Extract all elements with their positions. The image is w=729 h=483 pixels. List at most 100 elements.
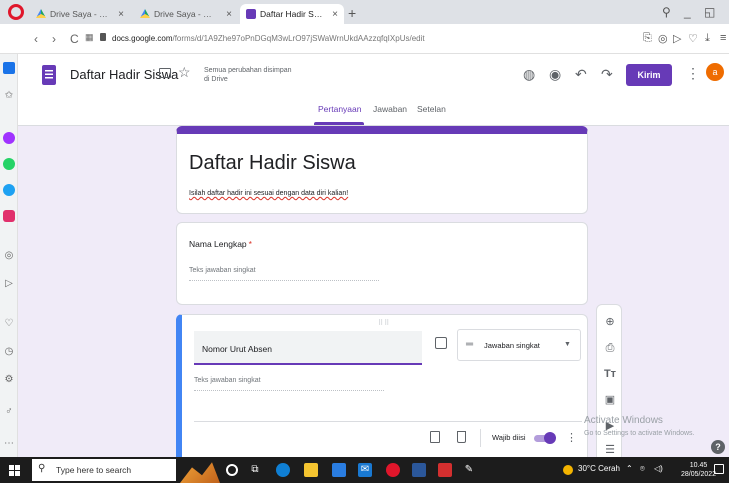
question-label: Nama Lengkap * bbox=[189, 239, 252, 249]
taskbar-clock[interactable]: 10.45 28/05/2022 bbox=[681, 461, 716, 479]
help-icon[interactable]: ? bbox=[711, 440, 725, 454]
player-icon[interactable]: ▷ bbox=[673, 32, 681, 45]
tab-settings[interactable]: Setelan bbox=[417, 104, 446, 114]
snapshot-icon[interactable]: ⎘ bbox=[643, 32, 652, 45]
network-icon[interactable]: ⌾ bbox=[640, 464, 645, 474]
task-view-icon[interactable]: ⧉ bbox=[248, 463, 262, 477]
activate-windows-watermark: Activate Windows Go to Settings to activ… bbox=[584, 415, 695, 437]
required-label: Wajib diisi bbox=[492, 433, 526, 442]
reload-icon[interactable]: C bbox=[70, 32, 79, 46]
cortana-icon[interactable] bbox=[226, 464, 238, 476]
word-icon[interactable] bbox=[412, 463, 426, 477]
maximize-icon[interactable]: ◱ bbox=[704, 5, 715, 19]
address-bar: ‹ › C ▦ docs.google.com/forms/d/1A9Zhe97… bbox=[0, 24, 729, 54]
tray-chevron-icon[interactable]: ⌃ bbox=[626, 464, 633, 473]
speed-dial-icon[interactable]: ▦ bbox=[85, 32, 94, 43]
notification-icon[interactable] bbox=[714, 464, 724, 474]
redo-icon[interactable]: ↷ bbox=[601, 66, 613, 83]
undo-icon[interactable]: ↶ bbox=[575, 66, 587, 83]
url-field[interactable]: docs.google.com/forms/d/1A9Zhe97oPnDGqM3… bbox=[112, 34, 425, 43]
messenger-icon[interactable] bbox=[3, 132, 15, 144]
search-tabs-icon[interactable]: ⚲ bbox=[662, 5, 671, 19]
browser-tab-drive-1[interactable]: Drive Saya - Google Drive × bbox=[30, 4, 130, 24]
weather-text[interactable]: 30°C Cerah bbox=[578, 464, 620, 473]
forms-tabs: Pertanyaan Jawaban Setelan bbox=[18, 98, 729, 126]
drag-handle-icon[interactable]: ⠿⠿ bbox=[378, 319, 390, 327]
tab-questions[interactable]: Pertanyaan bbox=[318, 104, 361, 114]
more-sidebar-icon[interactable]: ⋯ bbox=[3, 438, 15, 450]
pdf-icon[interactable] bbox=[438, 463, 452, 477]
forms-logo-icon[interactable] bbox=[42, 65, 56, 85]
weather-icon[interactable] bbox=[563, 465, 573, 475]
duplicate-icon[interactable] bbox=[430, 431, 440, 443]
required-toggle-knob[interactable] bbox=[544, 432, 556, 444]
paint-icon[interactable]: ✎ bbox=[462, 463, 476, 477]
vk-icon[interactable] bbox=[3, 184, 15, 196]
import-questions-icon[interactable]: ⎙ bbox=[603, 341, 617, 355]
store-icon[interactable] bbox=[332, 463, 346, 477]
file-explorer-icon[interactable] bbox=[304, 463, 318, 477]
home-icon[interactable] bbox=[3, 62, 15, 74]
clock-icon[interactable]: ◷ bbox=[3, 346, 15, 358]
active-tab-indicator bbox=[314, 122, 364, 125]
settings-icon[interactable]: ⚙ bbox=[3, 374, 15, 386]
history-icon[interactable]: ◎ bbox=[3, 250, 15, 262]
download-icon[interactable]: ⤓ bbox=[705, 32, 710, 45]
volume-icon[interactable]: ◁) bbox=[654, 464, 663, 473]
opera-taskbar-icon[interactable] bbox=[386, 463, 400, 477]
add-section-icon[interactable]: ☰ bbox=[603, 443, 617, 457]
delete-icon[interactable] bbox=[457, 431, 466, 443]
player-sidebar-icon[interactable]: ▷ bbox=[3, 278, 15, 290]
menu-icon[interactable]: ≡ bbox=[720, 32, 726, 44]
camera-icon[interactable]: ◎ bbox=[658, 32, 668, 45]
form-title-card[interactable]: Daftar Hadir Siswa Isilah daftar hadir i… bbox=[176, 126, 588, 214]
avatar[interactable]: a bbox=[706, 63, 724, 81]
drive-icon bbox=[36, 9, 46, 18]
favorites-icon[interactable]: ♡ bbox=[3, 318, 15, 330]
folder-icon[interactable] bbox=[159, 68, 171, 78]
more-vert-icon[interactable]: ⋮ bbox=[566, 431, 577, 444]
lock-icon bbox=[100, 33, 106, 41]
close-icon[interactable]: × bbox=[118, 9, 124, 20]
add-image-icon[interactable]: ▣ bbox=[603, 393, 617, 407]
mail-icon[interactable]: ✉ bbox=[358, 463, 372, 477]
windows-taskbar: ⚲ Type here to search ⧉ ✉ ✎ 30°C Cerah ⌃… bbox=[0, 457, 729, 483]
new-tab-button[interactable]: + bbox=[348, 5, 356, 21]
question-card-name[interactable]: Nama Lengkap * Teks jawaban singkat bbox=[176, 222, 588, 305]
form-title[interactable]: Daftar Hadir Siswa bbox=[189, 152, 356, 175]
add-title-icon[interactable]: Tт bbox=[603, 367, 617, 381]
question-title-input[interactable]: Nomor Urut Absen bbox=[194, 331, 422, 365]
more-vert-icon[interactable]: ⋮ bbox=[686, 65, 700, 82]
taskbar-search-input[interactable]: ⚲ Type here to search bbox=[32, 459, 176, 481]
news-icon[interactable]: ✩ bbox=[3, 90, 15, 102]
close-icon[interactable]: × bbox=[332, 9, 338, 20]
pinboard-icon[interactable]: ♂ bbox=[3, 406, 15, 418]
weather-widget-image[interactable] bbox=[180, 462, 220, 483]
edge-icon[interactable] bbox=[276, 463, 290, 477]
heart-icon[interactable]: ♡ bbox=[688, 32, 698, 45]
windows-start-icon[interactable] bbox=[9, 465, 20, 476]
whatsapp-icon[interactable] bbox=[3, 158, 15, 170]
close-icon[interactable]: × bbox=[226, 9, 232, 20]
question-card-absen[interactable]: ⠿⠿ Nomor Urut Absen ═ Jawaban singkat ▼ … bbox=[176, 314, 588, 457]
instagram-icon[interactable] bbox=[3, 210, 15, 222]
opera-logo-icon[interactable] bbox=[8, 4, 24, 20]
tab-responses[interactable]: Jawaban bbox=[373, 104, 407, 114]
browser-tab-bar: Drive Saya - Google Drive × Drive Saya -… bbox=[0, 0, 729, 24]
short-answer-placeholder: Teks jawaban singkat bbox=[189, 267, 379, 281]
add-image-icon[interactable] bbox=[435, 337, 447, 349]
send-button[interactable]: Kirim bbox=[626, 64, 672, 86]
preview-eye-icon[interactable]: ◉ bbox=[549, 66, 561, 83]
minimize-icon[interactable]: _ bbox=[684, 5, 691, 19]
add-question-icon[interactable]: ⊕ bbox=[603, 315, 617, 329]
palette-icon[interactable]: ◍ bbox=[523, 66, 535, 83]
divider bbox=[194, 421, 582, 422]
back-icon[interactable]: ‹ bbox=[34, 32, 38, 46]
required-asterisk: * bbox=[248, 239, 252, 249]
browser-tab-drive-2[interactable]: Drive Saya - Google Drive × bbox=[134, 4, 238, 24]
form-description[interactable]: Isilah daftar hadir ini sesuai dengan da… bbox=[189, 190, 348, 197]
browser-tab-forms[interactable]: Daftar Hadir Siswa - Goog × bbox=[240, 4, 344, 24]
question-type-select[interactable]: ═ Jawaban singkat ▼ bbox=[457, 329, 581, 361]
forward-icon[interactable]: › bbox=[52, 32, 56, 46]
star-icon[interactable]: ☆ bbox=[178, 64, 191, 81]
